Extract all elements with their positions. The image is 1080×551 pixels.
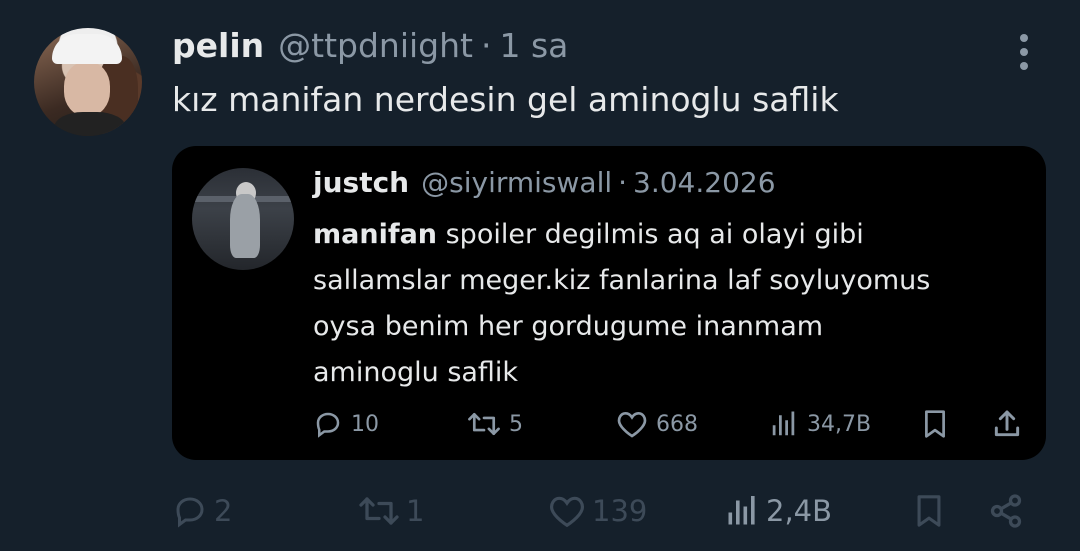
quoted-text-line-1: manifan spoiler degilmis aq ai olayi gib… [313, 212, 1033, 258]
quoted-views-count: 34,7B [807, 411, 872, 437]
tweet-action-bar: 2 1 139 2,4B [172, 488, 1032, 534]
reply-button[interactable]: 2 [172, 488, 232, 534]
bookmark-button[interactable] [912, 488, 946, 534]
quoted-like-button[interactable]: 668 [616, 404, 698, 444]
quoted-retweet-count: 5 [509, 411, 523, 437]
quoted-reply-count: 10 [351, 411, 379, 437]
quoted-tweet-header: justch @siyirmiswall · 3.04.2026 [313, 166, 776, 199]
quoted-handle[interactable]: @siyirmiswall [421, 166, 612, 199]
quoted-date[interactable]: 3.04.2026 [633, 166, 776, 199]
views-icon [772, 411, 795, 436]
bookmark-icon [925, 410, 945, 438]
quoted-bold-lead: manifan [313, 219, 438, 250]
reply-icon [316, 412, 340, 438]
like-icon [617, 411, 647, 438]
quoted-share-button[interactable] [991, 404, 1023, 444]
quoted-text-line-3: oysa benim her gordugume inanmam [313, 311, 824, 342]
retweet-icon [359, 497, 399, 525]
like-count: 139 [592, 494, 648, 528]
views-count: 2,4B [766, 494, 833, 528]
like-icon [550, 496, 584, 528]
avatar-shirt [54, 112, 126, 136]
bookmark-icon [917, 495, 941, 527]
quoted-tweet-text: manifan spoiler degilmis aq ai olayi gib… [313, 212, 1033, 396]
quoted-reply-button[interactable]: 10 [313, 404, 379, 444]
upload-icon [994, 410, 1020, 437]
quoted-tweet-card[interactable]: justch @siyirmiswall · 3.04.2026 manifan… [172, 146, 1046, 460]
header-separator: · [480, 26, 492, 65]
quoted-line1-rest: spoiler degilmis aq ai olayi gibi [437, 219, 864, 250]
retweet-button[interactable]: 1 [358, 488, 424, 534]
quoted-display-name[interactable]: justch [313, 166, 409, 199]
reply-count: 2 [214, 494, 233, 528]
tweet-header: pelin @ttpdniight · 1 sa [172, 26, 568, 70]
share-icon [990, 494, 1022, 528]
quoted-text-line-2: sallamslar meger.kiz fanlarina laf soylu… [313, 265, 931, 296]
quoted-separator: · [618, 166, 628, 199]
retweet-icon [468, 412, 500, 436]
tweet-text: kız manifan nerdesin gel aminoglu saflik [172, 80, 839, 119]
author-avatar[interactable] [34, 28, 142, 136]
avatar-face [64, 62, 110, 116]
quoted-author-avatar[interactable] [192, 168, 294, 270]
author-handle[interactable]: @ttpdniight [278, 26, 473, 65]
quoted-bookmark-button[interactable] [920, 404, 950, 444]
share-button[interactable] [988, 488, 1024, 534]
more-icon[interactable] [1012, 30, 1036, 70]
tweet-view: pelin @ttpdniight · 1 sa kız manifan ner… [0, 0, 1080, 551]
quoted-retweet-button[interactable]: 5 [467, 404, 523, 444]
avatar-figure-body [230, 194, 260, 258]
like-button[interactable]: 139 [548, 488, 647, 534]
quoted-like-count: 668 [656, 411, 698, 437]
views-button[interactable]: 2,4B [724, 488, 832, 534]
tweet-time[interactable]: 1 sa [499, 26, 568, 65]
quoted-text-line-4: aminoglu saflik [313, 357, 519, 388]
views-icon [728, 496, 755, 525]
avatar-cap [52, 34, 122, 64]
retweet-count: 1 [406, 494, 425, 528]
reply-icon [176, 497, 204, 528]
author-display-name[interactable]: pelin [172, 26, 264, 65]
quoted-action-bar: 10 5 668 34,7B [313, 404, 1033, 444]
quoted-views-button[interactable]: 34,7B [769, 404, 871, 444]
